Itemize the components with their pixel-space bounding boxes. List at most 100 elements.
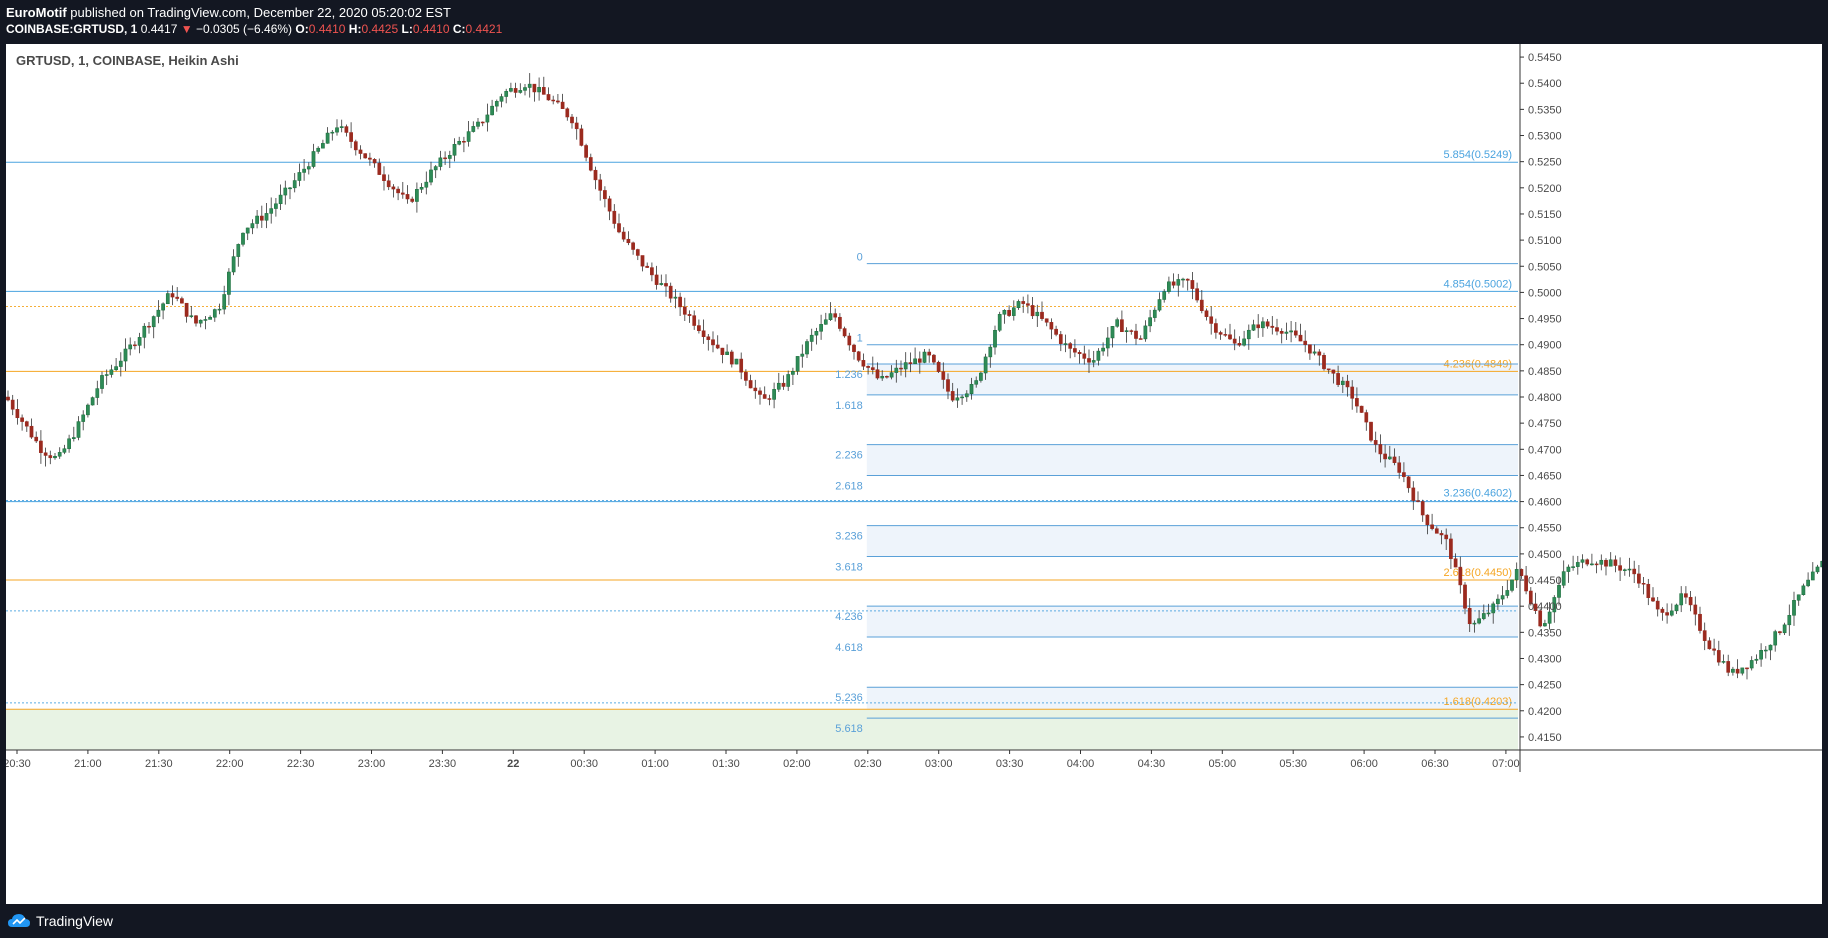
candle-body [626, 238, 631, 244]
candle-body [781, 382, 786, 387]
candle-body [274, 203, 278, 209]
candle-body [1242, 338, 1246, 346]
candle-body [997, 314, 1002, 331]
candle-body [1101, 347, 1105, 352]
candle-body [1265, 321, 1270, 327]
fib-level-label: 1.236 [835, 369, 863, 381]
candle-body [1416, 500, 1420, 502]
candle-body [1068, 343, 1073, 349]
candle-body [1773, 631, 1778, 646]
candle-body [1810, 571, 1815, 581]
candle-body [76, 421, 81, 438]
candle-body [645, 265, 650, 268]
candle-body [720, 347, 725, 355]
candle-body [372, 159, 377, 164]
candle-body [612, 210, 617, 224]
candle-body [1256, 324, 1261, 329]
candle-body [1237, 343, 1242, 346]
candle-body [1637, 573, 1641, 584]
candle-body [903, 362, 908, 370]
price-tick-label: 0.4600 [1528, 497, 1562, 509]
candle-body [142, 325, 147, 338]
candle-body [1571, 566, 1575, 568]
candle-body [264, 213, 269, 221]
candle-body [1820, 560, 1822, 568]
candle-body [659, 283, 664, 285]
candle-body [809, 334, 814, 342]
candle-body [1063, 343, 1068, 345]
candle-body [325, 132, 330, 144]
candle-body [1449, 538, 1453, 559]
candle-body [1458, 566, 1463, 586]
candle-body [288, 187, 292, 190]
candle-body [1355, 398, 1359, 407]
price-tick-label: 0.4300 [1528, 653, 1562, 665]
candle-body [875, 369, 880, 379]
candle-body [161, 303, 165, 311]
candle-body [1124, 330, 1129, 333]
candle-body [1251, 324, 1256, 331]
candle-body [1397, 462, 1402, 473]
candle-body [15, 409, 20, 419]
price-chart[interactable]: 5.854(0.5249)4.854(0.5002)4.236(0.4849)3… [6, 44, 1822, 904]
candle-body [776, 382, 781, 390]
price-tick-label: 0.4650 [1528, 470, 1562, 482]
candle-body [1599, 559, 1604, 565]
level-label: 5.854(0.5249) [1444, 149, 1513, 161]
candle-body [1058, 334, 1063, 344]
candle-body [400, 192, 405, 195]
candle-body [269, 208, 274, 214]
fib-zone [866, 525, 1518, 557]
candle-body [109, 369, 114, 375]
candle-body [1035, 311, 1040, 317]
candle-body [405, 194, 410, 200]
candle-body [570, 116, 574, 124]
author-name[interactable]: EuroMotif [6, 5, 67, 20]
level-label: 1.618(0.4203) [1444, 696, 1513, 708]
candle-body [513, 88, 518, 93]
candle-body [1646, 583, 1651, 598]
candle-body [53, 455, 57, 459]
candle-body [828, 313, 833, 320]
candle-body [1279, 331, 1284, 334]
publish-header: EuroMotif published on TradingView.com, … [0, 0, 1828, 44]
candle-body [1486, 612, 1491, 615]
candle-body [241, 232, 245, 245]
low-value: 0.4410 [412, 22, 450, 36]
candle-body [104, 374, 109, 376]
candle-body [565, 108, 570, 118]
time-tick-label: 03:30 [996, 758, 1024, 770]
candle-body [147, 325, 151, 328]
candle-body [894, 367, 899, 373]
candle-body [1575, 562, 1580, 567]
candle-body [175, 296, 180, 299]
candle-body [100, 375, 104, 389]
candle-body [245, 227, 250, 234]
candle-body [1778, 631, 1782, 634]
candle-body [189, 315, 194, 317]
high-value: 0.4425 [361, 22, 399, 36]
candle-body [1467, 608, 1472, 625]
candle-body [551, 99, 556, 102]
candle-body [1007, 310, 1011, 316]
tradingview-logo[interactable]: TradingView [8, 913, 113, 929]
candle-body [1698, 613, 1702, 631]
candle-body [1030, 305, 1035, 317]
candle-body [1087, 358, 1091, 363]
candle-body [1543, 623, 1547, 627]
candle-body [621, 231, 626, 240]
candle-body [1148, 317, 1152, 327]
candle-body [297, 172, 302, 181]
price-tick-label: 0.4350 [1528, 627, 1562, 639]
candle-body [856, 351, 861, 361]
candle-body [823, 319, 828, 325]
candle-body [682, 306, 687, 315]
price-tick-label: 0.5350 [1528, 104, 1562, 116]
candle-body [1129, 330, 1134, 332]
candle-body [358, 149, 363, 154]
candle-body [706, 336, 711, 340]
candle-body [156, 309, 161, 317]
price-tick-label: 0.5100 [1528, 235, 1562, 247]
candle-body [1289, 330, 1293, 333]
candle-body [734, 358, 739, 365]
